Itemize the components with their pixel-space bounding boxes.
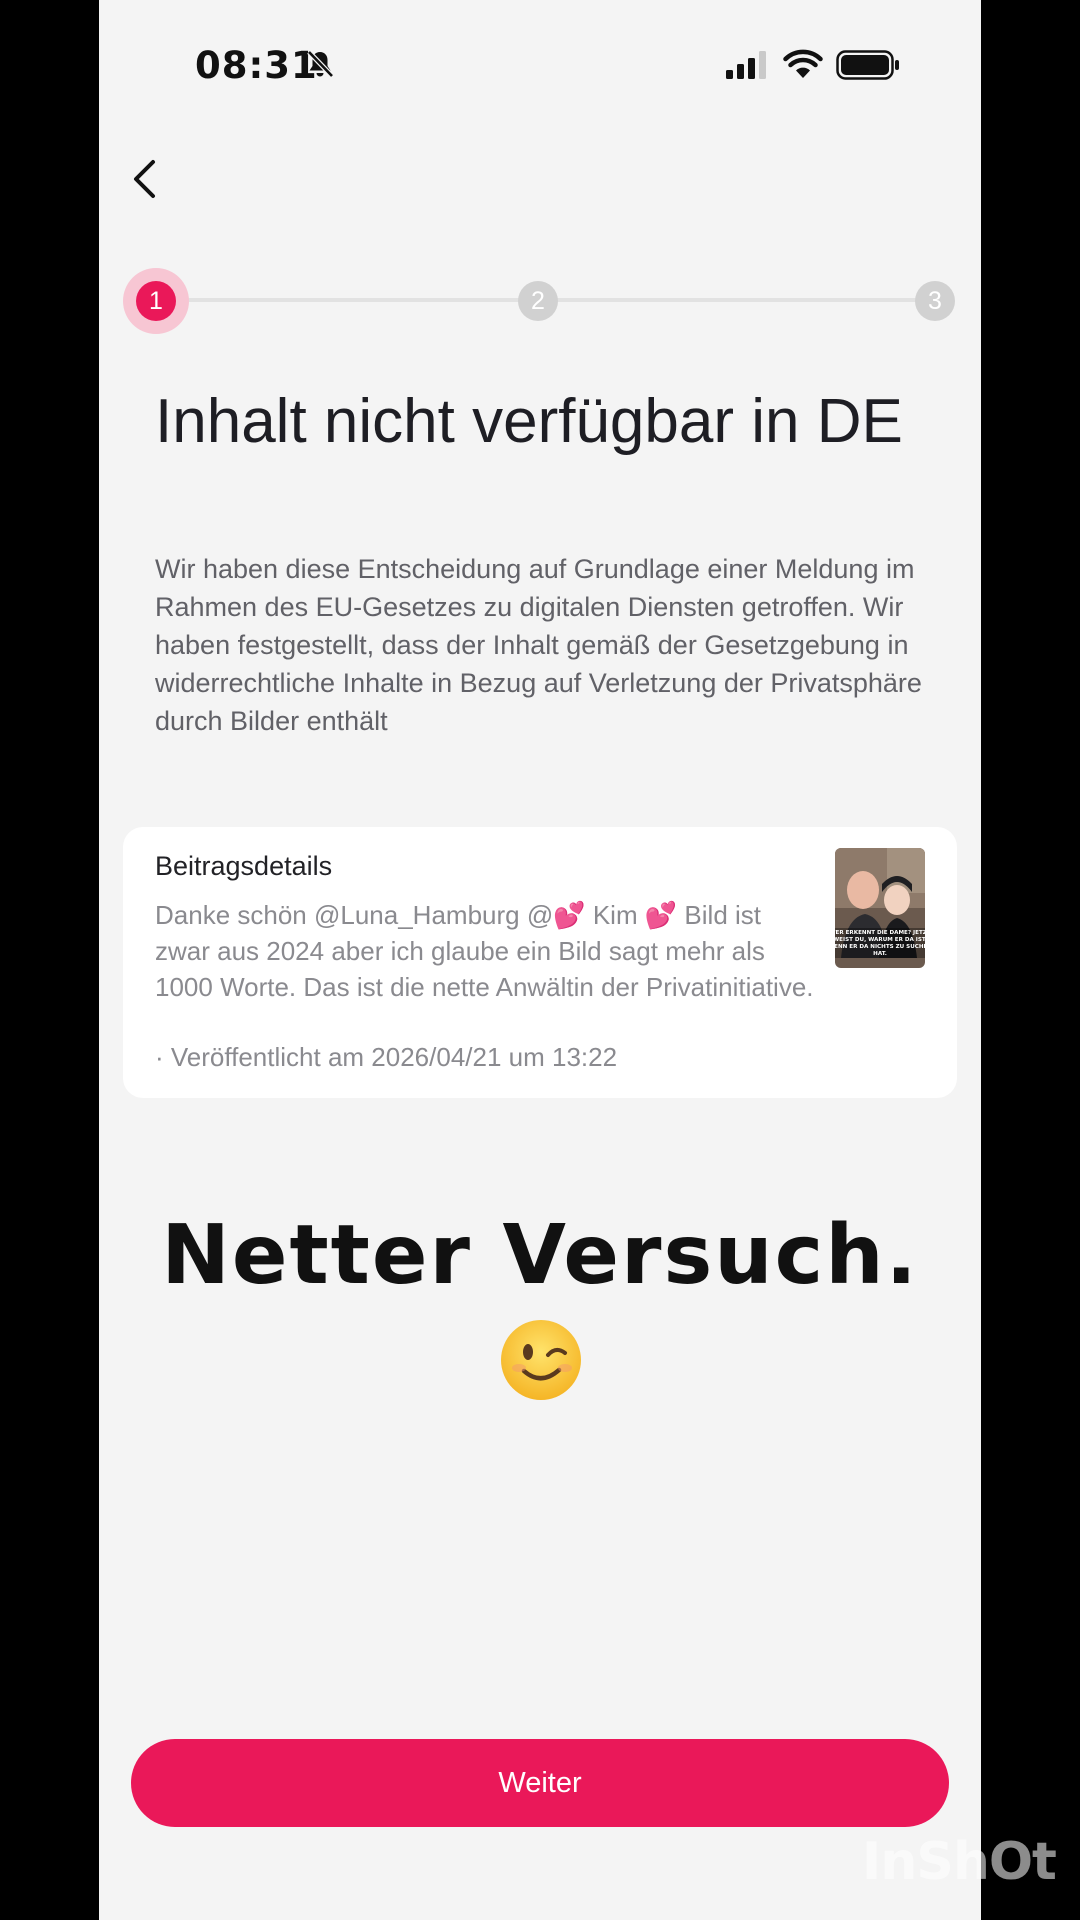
bell-muted-icon [307,50,334,78]
thumbnail-caption-line-4: HAT. [873,951,887,957]
chevron-left-icon [134,160,155,198]
post-thumbnail[interactable]: WER ERKENNT DIE DAME? JETZT WEIST DU, WA… [835,848,925,968]
post-text: Danke schön @Luna_Hamburg @💕 Kim 💕 Bild … [155,900,814,1002]
cellular-signal-icon [726,51,766,79]
status-time: 08:31 [195,44,318,87]
thumbnail-caption-line-1: WER ERKENNT DIE DAME? JETZT [835,930,925,936]
post-photo-image: WER ERKENNT DIE DAME? JETZT WEIST DU, WA… [835,848,925,968]
step-3-indicator: 3 [915,281,955,321]
wifi-icon [783,49,823,78]
page-title: Inhalt nicht verfügbar in DE [155,387,903,456]
winking-face-icon [501,1320,581,1400]
overlay-caption: Netter Versuch. [161,1208,919,1303]
post-details-card: Beitragsdetails Danke schön @Luna_Hambur… [123,827,957,1098]
step-2-indicator: 2 [518,281,558,321]
thumbnail-caption-line-2: WEIST DU, WARUM ER DA IST, [835,937,925,943]
battery-icon [836,50,899,80]
back-button[interactable] [117,150,177,210]
thumbnail-caption-line-3: WENN ER DA NICHTS ZU SUCHEN [835,944,925,950]
post-details-heading: Beitragsdetails [155,851,333,881]
app-screen: 08:31 1 2 3 Inhalt nicht verfügbar in DE… [99,0,981,1920]
page-description: Wir haben diese Entscheidung auf Grundla… [155,554,922,736]
progress-stepper: 1 2 3 [99,265,981,335]
step-1-indicator: 1 [136,281,176,321]
status-bar: 08:31 [99,0,981,130]
inshot-watermark: InShOt [862,1832,1057,1892]
continue-button[interactable]: Weiter [131,1739,949,1827]
post-published-date: · Veröffentlicht am 2026/04/21 um 13:22 [155,1042,618,1072]
